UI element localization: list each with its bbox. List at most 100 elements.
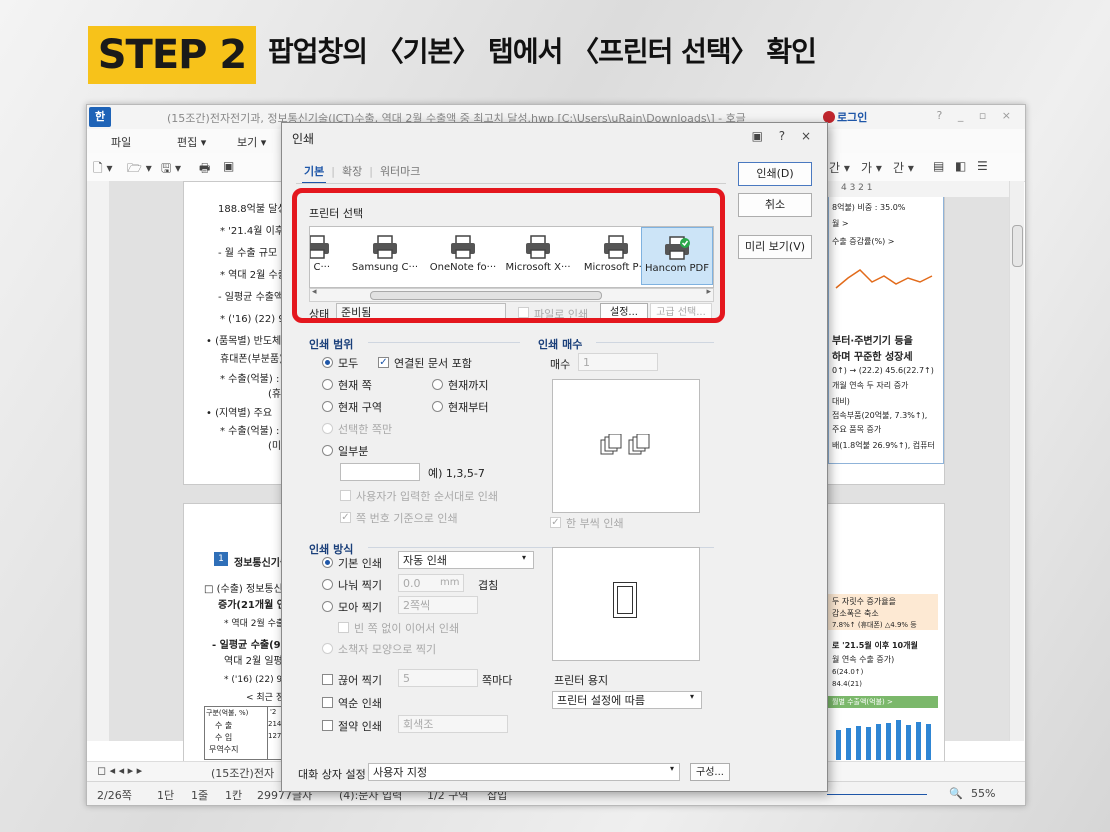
- status-line: 1줄: [191, 789, 209, 802]
- preview-button[interactable]: 미리 보기(V): [738, 235, 812, 259]
- basic-print-select[interactable]: 자동 인쇄: [398, 551, 534, 569]
- table-cell: 무역수지: [209, 745, 239, 754]
- chevron-down-icon: ▾: [522, 553, 527, 562]
- basic-print-radio[interactable]: [322, 557, 333, 568]
- range-some-radio[interactable]: [322, 445, 333, 456]
- range-from-current-label: 현재부터: [448, 401, 489, 414]
- tab-extended[interactable]: 확장: [340, 163, 364, 179]
- menu-view[interactable]: 보기 ▾: [237, 134, 266, 150]
- doc-line: 감소폭은 축소: [832, 609, 879, 618]
- range-from-current-radio[interactable]: [432, 401, 443, 412]
- gather-select[interactable]: 2쪽씩: [398, 596, 478, 614]
- table-cell: '2: [270, 708, 277, 716]
- saving-print-checkbox[interactable]: [322, 720, 333, 731]
- doc-line: 8억불) 비중 : 35.0%: [832, 203, 906, 212]
- dialog-controls[interactable]: ▣ ? ×: [752, 129, 817, 143]
- login-button[interactable]: 로그인: [823, 109, 867, 125]
- highlight-frame: [292, 188, 725, 323]
- range-all-radio[interactable]: [322, 357, 333, 368]
- menu-file[interactable]: 파일: [111, 134, 131, 150]
- layout-preview: [552, 547, 700, 661]
- bar-chart: [832, 710, 938, 760]
- dialog-setting-select[interactable]: 사용자 지정: [368, 763, 680, 781]
- range-current-page-radio[interactable]: [322, 379, 333, 390]
- window-controls[interactable]: ? _ ▫ ×: [937, 109, 1018, 122]
- doc-line: □ (수출) 정보통신: [204, 584, 283, 595]
- doc-line: 접속부품(20억불, 7.3%↑),: [832, 411, 928, 420]
- doc-line: 부터·주변기기 등을: [832, 336, 913, 347]
- save-icon[interactable]: 🖫 ▾: [161, 159, 181, 180]
- tab-nav-icon[interactable]: ◻ ◂ ◂ ▸ ▸: [97, 764, 142, 777]
- basic-print-label: 기본 인쇄: [338, 557, 382, 570]
- tab-divider: [296, 183, 726, 184]
- user-order-checkbox[interactable]: [340, 490, 351, 501]
- cut-print-checkbox[interactable]: [322, 674, 333, 685]
- doc-line: 배(1.8억불 26.9%↑), 컴퓨터: [832, 441, 935, 450]
- dialog-tabs: 기본 | 확장 | 워터마크: [302, 163, 422, 184]
- page-number-checkbox[interactable]: ✓: [340, 512, 351, 523]
- open-folder-icon[interactable]: 🗁 ▾: [127, 159, 152, 180]
- split-print-radio[interactable]: [322, 579, 333, 590]
- table-cell: 수 출: [215, 721, 233, 730]
- paper-select[interactable]: 프린터 설정에 따름: [552, 691, 702, 709]
- tab-basic[interactable]: 기본: [302, 163, 327, 184]
- vertical-ruler: [87, 181, 110, 741]
- highlight-icon[interactable]: 간 ▾: [893, 159, 914, 176]
- sheet-tab[interactable]: (15조간)전자: [211, 765, 274, 781]
- copies-input[interactable]: 1: [578, 353, 658, 371]
- align-left-icon[interactable]: ▤: [933, 159, 944, 173]
- tab-watermark[interactable]: 워터마크: [378, 163, 422, 179]
- vertical-scroll-thumb[interactable]: [1012, 225, 1023, 267]
- zoom-slider[interactable]: [827, 794, 927, 795]
- hwp-app-icon[interactable]: 한: [89, 107, 111, 127]
- doc-line: 대비): [832, 397, 850, 406]
- zoom-level[interactable]: 55%: [971, 787, 995, 800]
- doc-line: 0↑) → (22.2) 45.6(22.7↑): [832, 366, 934, 375]
- font-size-icon[interactable]: 간 ▾: [829, 159, 850, 176]
- doc-line: 수출 증감률(%) >: [832, 237, 895, 246]
- chart-line: [835, 269, 933, 289]
- cut-print-label: 끊어 찍기: [338, 674, 382, 687]
- login-label: 로그인: [837, 111, 868, 124]
- preview-icon[interactable]: ▣: [223, 159, 234, 173]
- chart-bar: [886, 723, 891, 760]
- cut-value-input[interactable]: 5: [398, 669, 478, 687]
- booklet-radio[interactable]: [322, 643, 333, 654]
- range-to-current-label: 현재까지: [448, 379, 489, 392]
- chevron-down-icon: ▾: [690, 692, 695, 701]
- doc-line: * 역대 2월 수출: [220, 270, 287, 281]
- table-cell: 구분(억불, %): [206, 709, 249, 717]
- reverse-print-checkbox[interactable]: [322, 697, 333, 708]
- doc-line: 두 자릿수 증가율을: [832, 597, 896, 606]
- linked-docs-checkbox[interactable]: ✓: [378, 357, 389, 368]
- copies-label: 매수: [550, 358, 571, 371]
- print-button[interactable]: 인쇄(D): [738, 162, 812, 186]
- no-blank-checkbox[interactable]: [338, 622, 349, 633]
- range-current-page-label: 현재 쪽: [338, 379, 372, 392]
- align-justify-icon[interactable]: ☰: [977, 159, 988, 173]
- page-number-label: 쪽 번호 기준으로 인쇄: [356, 512, 458, 525]
- print-icon[interactable]: 🖶: [199, 159, 210, 180]
- collate-pages-icon: [600, 434, 650, 455]
- section-number: 1: [214, 552, 228, 566]
- gather-print-radio[interactable]: [322, 601, 333, 612]
- range-current-section-radio[interactable]: [322, 401, 333, 412]
- cancel-button[interactable]: 취소: [738, 193, 812, 217]
- menu-edit[interactable]: 편집 ▾: [177, 134, 206, 150]
- per-pages-label: 쪽마다: [482, 674, 513, 687]
- align-center-icon[interactable]: ◧: [955, 159, 966, 173]
- page-range-input[interactable]: [340, 463, 420, 481]
- saving-select[interactable]: 회색조: [398, 715, 508, 733]
- doc-line: 휴대폰(부분품): [220, 354, 284, 365]
- doc-line: • (지역별) 주요: [206, 408, 273, 419]
- zoom-icon[interactable]: 🔍: [949, 787, 963, 800]
- range-selection-radio[interactable]: [322, 423, 333, 434]
- copies-section-title: 인쇄 매수: [538, 338, 583, 351]
- font-color-icon[interactable]: 가 ▾: [861, 159, 882, 176]
- doc-line: - 월 수출 규모: [218, 248, 278, 259]
- vertical-scrollbar[interactable]: [1009, 181, 1024, 741]
- new-doc-icon[interactable]: 🗋 ▾: [93, 159, 113, 180]
- collate-checkbox[interactable]: ✓: [550, 517, 561, 528]
- range-to-current-radio[interactable]: [432, 379, 443, 390]
- config-button[interactable]: 구성...: [690, 763, 730, 781]
